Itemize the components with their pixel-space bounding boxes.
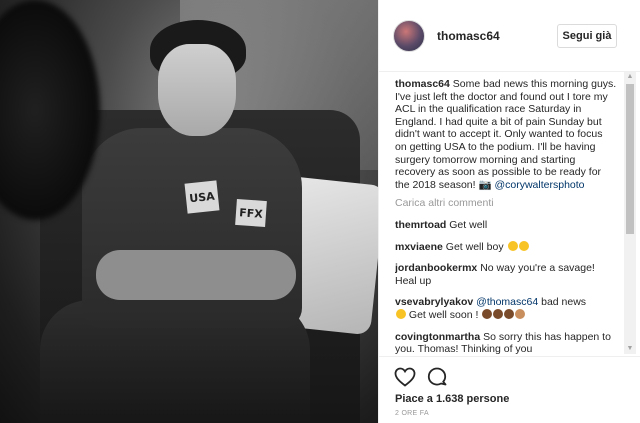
fist-emoji-icon [504,308,515,319]
comment-username[interactable]: mxviaene [395,241,443,253]
comment-text: bad news [538,296,587,309]
comment-item: vsevabrylyakov @thomasc64 bad news Get w… [395,296,617,321]
comment-item: jordanbookermx No way you're a savage! H… [395,262,617,287]
post-caption: thomasc64 Some bad news this morning guy… [395,78,617,191]
comments-list[interactable]: thomasc64 Some bad news this morning guy… [395,78,617,354]
likes-count[interactable]: Piace a 1.638 persone [395,393,509,405]
fist-emoji-icon [518,240,529,251]
comments-scrollbar[interactable]: ▲ ▼ [624,72,636,354]
comment-text: Get well [449,218,488,231]
comment-username[interactable]: themrtoad [395,219,446,231]
comment-username[interactable]: jordanbookermx [395,262,477,274]
comment-username[interactable]: covingtonmartha [395,331,480,343]
comment-bubble-icon[interactable] [425,365,449,389]
following-button[interactable]: Segui già [557,24,617,48]
muscle-emoji-icon [515,308,526,319]
fist-emoji-icon [493,308,504,319]
comment-text: Get well boy [445,240,507,253]
comment-username[interactable]: vsevabrylyakov [395,296,473,308]
post-timestamp[interactable]: 2 ORE FA [395,410,429,417]
comment-mention[interactable]: @thomasc64 [476,296,538,308]
scroll-up-arrow-icon[interactable]: ▲ [624,72,636,82]
comment-text-2: Get well soon ! [406,308,482,321]
load-more-comments-link[interactable]: Carica altri commenti [395,197,617,210]
comment-item: mxviaene Get well boy [395,240,617,254]
caption-mention[interactable]: @corywaltersphoto [494,179,584,191]
shirt-patch-usa: USA [184,180,220,214]
camera-icon: 📷 [478,178,492,191]
fist-emoji-icon [482,308,493,319]
caption-username[interactable]: thomasc64 [395,78,450,90]
caption-text: Some bad news this morning guys. I've ju… [395,78,617,191]
person-arms [96,250,296,300]
post-photo[interactable]: USA FFX [0,0,378,423]
shirt-patch-ffx: FFX [235,198,267,228]
post-username[interactable]: thomasc64 [437,29,500,43]
comment-item: covingtonmartha So sorry this has happen… [395,331,617,355]
thumbs-up-emoji-icon [507,240,518,251]
avatar[interactable] [393,20,425,52]
scroll-down-arrow-icon[interactable]: ▼ [624,344,636,354]
comment-item: themrtoad Get well [395,219,617,232]
heart-icon[interactable] [393,365,417,389]
scrollbar-thumb[interactable] [626,84,634,234]
post-header: thomasc64 Segui già [379,0,640,72]
person-face [158,44,236,136]
post-actions: Piace a 1.638 persone 2 ORE FA [379,356,640,423]
post-side-panel: thomasc64 Segui già thomasc64 Some bad n… [378,0,640,423]
sad-face-emoji-icon [396,308,406,319]
